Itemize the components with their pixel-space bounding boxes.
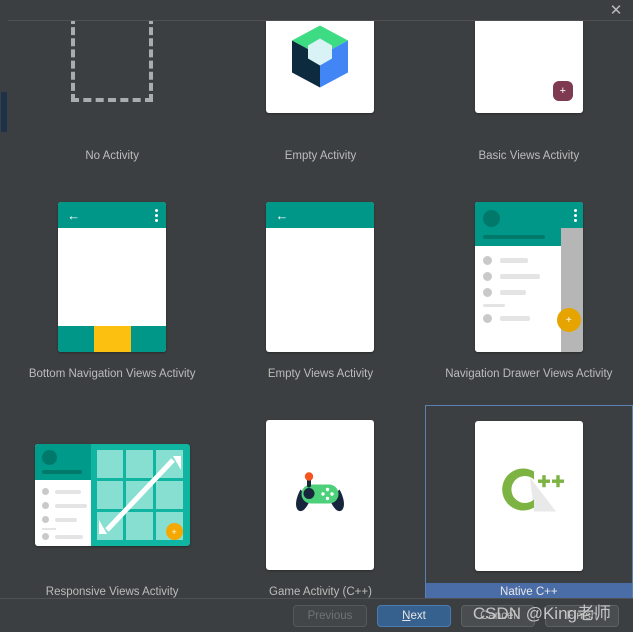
back-arrow-icon: ← <box>67 208 81 223</box>
template-label: Basic Views Activity <box>478 150 580 162</box>
cancel-button[interactable]: Cancel <box>461 604 535 627</box>
gallery-scrollbar-thumb[interactable] <box>1 92 7 132</box>
dashed-placeholder-icon <box>71 21 154 102</box>
bottom-nav-item <box>58 326 94 352</box>
template-card-surface <box>266 420 375 570</box>
template-thumb: + <box>474 197 583 357</box>
bottom-navigation-bar <box>58 326 167 352</box>
template-thumb: ← <box>266 197 375 357</box>
floating-action-button-icon: + <box>552 81 573 101</box>
avatar <box>41 450 57 465</box>
template-card-surface: + <box>474 21 583 113</box>
navigation-drawer-panel <box>474 202 561 352</box>
template-card-surface <box>474 421 583 571</box>
gamepad-icon <box>296 472 345 512</box>
drawer-item <box>482 314 530 323</box>
app-bar-right <box>560 202 583 228</box>
template-card-surface: + <box>34 444 190 546</box>
template-label: Game Activity (C++) <box>269 586 372 598</box>
template-card-no-activity[interactable]: No Activity <box>8 21 216 187</box>
gallery-scrollbar[interactable] <box>0 20 8 598</box>
list-item <box>41 488 81 495</box>
list-item <box>41 502 87 509</box>
drawer-item <box>482 288 526 297</box>
template-label: Empty Activity <box>284 150 357 162</box>
drawer-item <box>482 272 540 281</box>
template-thumb <box>474 416 583 576</box>
previous-button[interactable]: Previous <box>293 604 367 627</box>
bottom-nav-item <box>130 326 167 352</box>
template-thumb <box>266 415 375 575</box>
template-card-surface <box>266 21 375 113</box>
next-button-mnemonic: N <box>402 609 411 622</box>
avatar <box>482 210 500 227</box>
list-divider <box>41 528 56 530</box>
dialog-footer: Previous Next Cancel Finish CSDN @King老师 <box>0 598 633 632</box>
drawer-item <box>482 256 528 265</box>
template-grid: No Activity Empty Activity + Basic Views… <box>8 21 633 599</box>
overflow-menu-icon <box>155 209 159 222</box>
floating-action-button-icon: + <box>165 523 183 540</box>
list-item <box>41 516 77 523</box>
template-label: Native C++ <box>425 583 632 599</box>
drawer-divider <box>482 304 505 307</box>
finish-button[interactable]: Finish <box>545 604 619 627</box>
jetpack-compose-cube-icon <box>292 25 349 88</box>
template-card-surface: ← <box>58 202 167 352</box>
template-card-empty-views[interactable]: ← Empty Views Activity <box>216 187 424 405</box>
template-card-native-cpp[interactable]: Native C++ <box>424 405 633 599</box>
template-label: Empty Views Activity <box>267 368 374 380</box>
overflow-menu-icon <box>573 209 577 222</box>
next-button-rest: ext <box>410 609 426 622</box>
template-thumb <box>266 21 375 139</box>
next-button[interactable]: Next <box>377 604 451 627</box>
close-icon[interactable]: ✕ <box>604 0 628 20</box>
cpp-logo-icon <box>501 468 564 512</box>
template-thumb: + <box>474 21 583 139</box>
back-arrow-icon: ← <box>275 208 289 223</box>
drawer-header-text <box>482 235 545 239</box>
new-project-template-dialog: ✕ No Activity Empty Activity + Basic Vie… <box>0 0 633 632</box>
template-label: Navigation Drawer Views Activity <box>445 368 613 380</box>
template-thumb: + <box>34 415 190 575</box>
template-card-responsive-views[interactable]: + Responsive Views Activity <box>8 405 216 599</box>
template-card-bottom-navigation[interactable]: ← Bottom Navigation Views Activity <box>8 187 216 405</box>
template-label: No Activity <box>85 150 139 162</box>
template-card-empty-activity[interactable]: Empty Activity <box>216 21 424 187</box>
bottom-nav-item-active <box>93 326 131 352</box>
dialog-titlebar: ✕ <box>0 0 633 20</box>
template-gallery: No Activity Empty Activity + Basic Views… <box>8 20 633 599</box>
template-card-surface: + <box>474 202 583 352</box>
template-thumb <box>71 21 154 139</box>
responsive-side-panel <box>34 444 91 546</box>
template-card-surface: ← <box>266 202 375 352</box>
floating-action-button-icon: + <box>556 308 581 332</box>
drawer-header <box>474 202 561 246</box>
template-label: Responsive Views Activity <box>45 586 179 598</box>
template-thumb: ← <box>58 197 167 357</box>
template-card-navigation-drawer[interactable]: + Navigation Drawer Views Activity <box>425 187 633 405</box>
panel-header-text <box>41 470 82 474</box>
panel-header <box>34 444 91 480</box>
list-item <box>41 533 83 540</box>
template-card-basic-views[interactable]: + Basic Views Activity <box>425 21 633 187</box>
template-label: Bottom Navigation Views Activity <box>28 368 196 380</box>
template-card-game-activity[interactable]: Game Activity (C++) <box>216 405 424 599</box>
